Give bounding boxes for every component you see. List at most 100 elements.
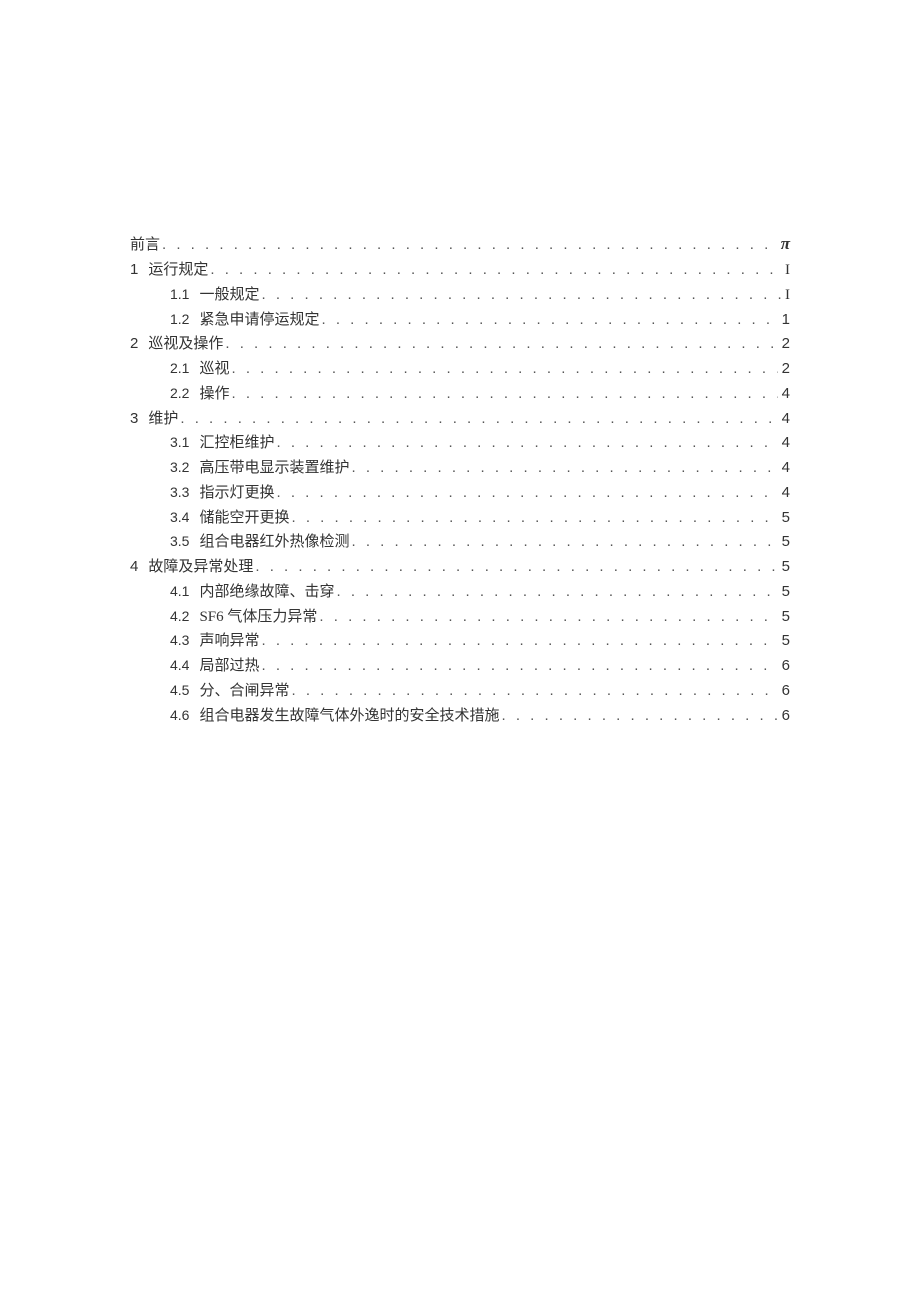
toc-page-number: 4 xyxy=(778,407,790,432)
toc-entry: 3.2 高压带电显示装置维护 4 xyxy=(130,456,790,481)
toc-entry: 4.5 分、合闸异常 6 xyxy=(130,679,790,704)
toc-number: 4.3 xyxy=(170,629,189,652)
toc-leader-dots xyxy=(349,530,777,555)
toc-number: 3.4 xyxy=(170,506,189,529)
toc-number: 3.2 xyxy=(170,456,189,479)
toc-title: 分、合闸异常 xyxy=(199,679,289,704)
toc-leader-dots xyxy=(208,258,781,283)
toc-leader-dots xyxy=(253,555,777,580)
toc-entry: 3 维护 4 xyxy=(130,407,790,432)
toc-number: 3 xyxy=(130,407,138,432)
toc-number: 2 xyxy=(130,332,138,357)
toc-page-number: 6 xyxy=(778,654,790,679)
toc-leader-dots xyxy=(259,629,777,654)
toc-number: 4.4 xyxy=(170,654,189,677)
toc-entry: 1.2 紧急申请停运规定 1 xyxy=(130,308,790,333)
toc-page-number: 4 xyxy=(778,456,790,481)
toc-page-number: π xyxy=(777,230,790,258)
toc-title: 运行规定 xyxy=(148,258,208,283)
toc-title: 操作 xyxy=(199,382,229,407)
toc-entry: 4.6 组合电器发生故障气体外逸时的安全技术措施 6 xyxy=(130,704,790,729)
toc-number: 4.5 xyxy=(170,679,189,702)
toc-title: 前言 xyxy=(130,233,160,258)
toc-page-number: 1 xyxy=(778,308,790,333)
toc-number: 2.2 xyxy=(170,382,189,405)
toc-entry: 2.2 操作 4 xyxy=(130,382,790,407)
toc-entry: 4.4 局部过热 6 xyxy=(130,654,790,679)
toc-title: SF6 气体压力异常 xyxy=(199,605,317,630)
toc-leader-dots xyxy=(160,233,777,258)
toc-leader-dots xyxy=(349,456,777,481)
toc-entry: 4.3 声响异常 5 xyxy=(130,629,790,654)
toc-number: 4.6 xyxy=(170,704,189,727)
toc-title: 巡视及操作 xyxy=(148,332,223,357)
toc-leader-dots xyxy=(223,332,777,357)
toc-page-number: I xyxy=(781,283,790,308)
toc-title: 声响异常 xyxy=(199,629,259,654)
toc-title: 指示灯更换 xyxy=(199,481,274,506)
toc-number: 3.5 xyxy=(170,530,189,553)
toc-title: 汇控柜维护 xyxy=(199,431,274,456)
toc-title: 故障及异常处理 xyxy=(148,555,253,580)
toc-number: 3.3 xyxy=(170,481,189,504)
toc-leader-dots xyxy=(259,283,781,308)
toc-entry: 1.1 一般规定 I xyxy=(130,283,790,308)
toc-number: 1.2 xyxy=(170,308,189,331)
toc-entry: 2.1 巡视 2 xyxy=(130,357,790,382)
toc-page-number: 5 xyxy=(778,580,790,605)
toc-leader-dots xyxy=(317,605,777,630)
toc-page-number: 5 xyxy=(778,530,790,555)
toc-number: 4.1 xyxy=(170,580,189,603)
toc-page-number: 6 xyxy=(778,679,790,704)
toc-leader-dots xyxy=(499,704,777,729)
toc-title: 组合电器红外热像检测 xyxy=(199,530,349,555)
toc-title: 内部绝缘故障、击穿 xyxy=(199,580,334,605)
toc-page-number: 4 xyxy=(778,481,790,506)
toc-page-number: 4 xyxy=(778,431,790,456)
toc-number: 1 xyxy=(130,258,138,283)
toc-title: 组合电器发生故障气体外逸时的安全技术措施 xyxy=(199,704,499,729)
toc-page-number: 5 xyxy=(778,506,790,531)
toc-title: 高压带电显示装置维护 xyxy=(199,456,349,481)
toc-page-number: 5 xyxy=(778,555,790,580)
toc-entry: 3.1 汇控柜维护 4 xyxy=(130,431,790,456)
toc-title: 紧急申请停运规定 xyxy=(199,308,319,333)
toc-entry: 2 巡视及操作 2 xyxy=(130,332,790,357)
toc-entry: 1 运行规定 I xyxy=(130,258,790,283)
toc-title: 储能空开更换 xyxy=(199,506,289,531)
toc-leader-dots xyxy=(274,431,777,456)
toc-title: 一般规定 xyxy=(199,283,259,308)
toc-entry: 3.5 组合电器红外热像检测 5 xyxy=(130,530,790,555)
toc-page-number: 6 xyxy=(778,704,790,729)
toc-page-number: I xyxy=(781,258,790,283)
toc-number: 4 xyxy=(130,555,138,580)
toc-entry: 4.1 内部绝缘故障、击穿 5 xyxy=(130,580,790,605)
toc-entry: 前言 π xyxy=(130,230,790,258)
table-of-contents: 前言π1运行规定I1.1一般规定I1.2紧急申请停运规定12巡视及操作22.1巡… xyxy=(130,230,790,728)
toc-entry: 4 故障及异常处理 5 xyxy=(130,555,790,580)
toc-number: 2.1 xyxy=(170,357,189,380)
toc-leader-dots xyxy=(178,407,777,432)
toc-leader-dots xyxy=(229,357,777,382)
toc-number: 1.1 xyxy=(170,283,189,306)
toc-entry: 4.2 SF6 气体压力异常 5 xyxy=(130,605,790,630)
toc-leader-dots xyxy=(289,506,777,531)
document-page: 前言π1运行规定I1.1一般规定I1.2紧急申请停运规定12巡视及操作22.1巡… xyxy=(0,0,920,728)
toc-page-number: 5 xyxy=(778,629,790,654)
toc-title: 维护 xyxy=(148,407,178,432)
toc-leader-dots xyxy=(274,481,777,506)
toc-entry: 3.3 指示灯更换 4 xyxy=(130,481,790,506)
toc-page-number: 5 xyxy=(778,605,790,630)
toc-number: 3.1 xyxy=(170,431,189,454)
toc-leader-dots xyxy=(334,580,777,605)
toc-leader-dots xyxy=(259,654,777,679)
toc-number: 4.2 xyxy=(170,605,189,628)
toc-leader-dots xyxy=(289,679,777,704)
toc-page-number: 2 xyxy=(778,357,790,382)
toc-page-number: 2 xyxy=(778,332,790,357)
toc-leader-dots xyxy=(319,308,777,333)
toc-page-number: 4 xyxy=(778,382,790,407)
toc-title: 局部过热 xyxy=(199,654,259,679)
toc-title: 巡视 xyxy=(199,357,229,382)
toc-leader-dots xyxy=(229,382,777,407)
